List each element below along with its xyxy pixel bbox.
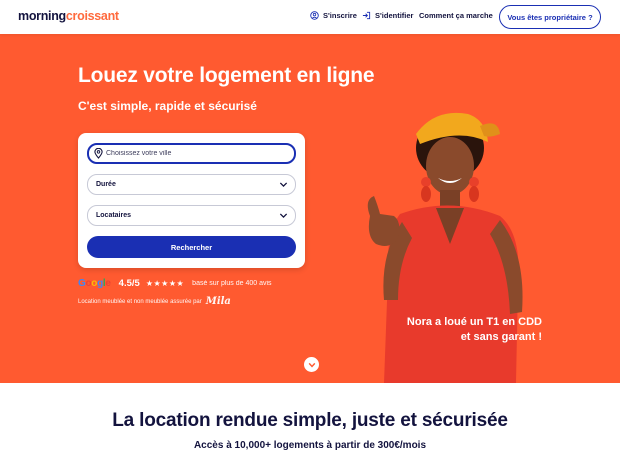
google-rating: Google 4.5/5 ★★★★★ basé sur plus de 400 … bbox=[78, 278, 272, 289]
insurer-logo: Mila bbox=[205, 296, 231, 307]
login-link[interactable]: S'identifier bbox=[362, 11, 413, 20]
testimonial-line1: Nora a loué un T1 en CDD bbox=[406, 316, 542, 328]
location-pin-icon bbox=[94, 148, 103, 159]
section-title: La location rendue simple, juste et sécu… bbox=[112, 410, 508, 431]
section-subtitle: Accès à 10,000+ logements à partir de 30… bbox=[193, 440, 427, 451]
owner-cta-button[interactable]: Vous êtes propriétaire ? bbox=[499, 5, 601, 29]
how-it-works-link[interactable]: Comment ça marche bbox=[419, 11, 493, 20]
tenants-label: Locataires bbox=[96, 212, 132, 219]
insurance-note: Location meublée et non meublée assurée … bbox=[78, 296, 231, 307]
testimonial-caption: Nora a loué un T1 en CDD et sans garant … bbox=[407, 315, 542, 345]
chevron-down-icon bbox=[279, 182, 288, 188]
city-input[interactable] bbox=[106, 150, 286, 157]
login-label: S'identifier bbox=[375, 11, 414, 20]
login-arrow-icon bbox=[362, 11, 371, 20]
chevron-down-icon bbox=[279, 213, 288, 219]
top-navbar: morningcroissant S'inscrire S'identifier… bbox=[0, 0, 620, 34]
rating-stars: ★★★★★ bbox=[145, 279, 185, 288]
duration-label: Durée bbox=[96, 181, 116, 188]
rating-reviews-text: basé sur plus de 400 avis bbox=[192, 280, 272, 287]
hero-title: Louez votre logement en ligne bbox=[78, 64, 375, 87]
search-button[interactable]: Rechercher bbox=[87, 236, 296, 258]
site-logo[interactable]: morningcroissant bbox=[18, 9, 119, 23]
logo-text-part2: croissant bbox=[65, 9, 119, 23]
testimonial-line2: et sans garant ! bbox=[460, 331, 542, 343]
signup-link[interactable]: S'inscrire bbox=[310, 11, 357, 20]
logo-text-part1: morning bbox=[18, 9, 66, 23]
duration-select[interactable]: Durée bbox=[87, 174, 296, 195]
search-button-label: Rechercher bbox=[170, 242, 213, 252]
search-card: Durée Locataires Rechercher bbox=[78, 133, 305, 268]
chevron-down-icon bbox=[308, 362, 315, 368]
owner-cta-label: Vous êtes propriétaire ? bbox=[507, 12, 593, 22]
hero-section: Louez votre logement en ligne C'est simp… bbox=[0, 34, 620, 383]
scroll-down-button[interactable] bbox=[304, 357, 319, 372]
user-circle-icon bbox=[310, 11, 319, 20]
tenants-select[interactable]: Locataires bbox=[87, 205, 296, 226]
city-search-field[interactable] bbox=[87, 143, 296, 164]
how-it-works-label: Comment ça marche bbox=[419, 11, 493, 20]
rating-value: 4.5/5 bbox=[118, 278, 140, 289]
insurance-text: Location meublée et non meublée assurée … bbox=[78, 298, 202, 305]
signup-label: S'inscrire bbox=[323, 11, 357, 20]
hero-subtitle: C'est simple, rapide et sécurisé bbox=[78, 99, 257, 113]
google-logo: Google bbox=[78, 278, 111, 289]
